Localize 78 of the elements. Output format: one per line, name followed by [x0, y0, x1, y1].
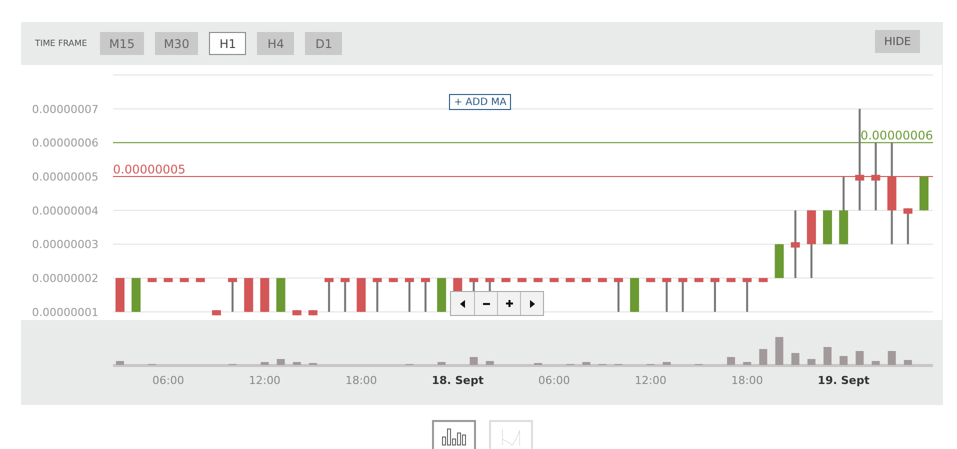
price-level-label: 0.00000005: [113, 162, 186, 177]
candlestick: [534, 278, 543, 282]
plus-icon: [506, 300, 512, 307]
candlestick: [694, 278, 704, 282]
y-axis-label: 0.00000004: [32, 204, 98, 218]
candlestick: [324, 278, 334, 312]
x-axis-label: 12:00: [634, 374, 666, 387]
candlestick: [148, 278, 157, 282]
candlestick: [598, 278, 607, 282]
candlestick: [582, 278, 591, 282]
candlestick: [228, 278, 238, 312]
candlestick: [196, 278, 205, 282]
y-axis-label: 0.00000002: [32, 272, 98, 286]
candlestick: [871, 142, 880, 210]
candlestick: [662, 278, 672, 312]
x-axis-label: 18:00: [731, 374, 763, 387]
right-arrow-icon: [530, 300, 534, 308]
candlestick: [212, 310, 221, 316]
candlestick: [566, 278, 575, 282]
time-frame-tab[interactable]: M15: [100, 32, 144, 55]
minus-icon: [482, 302, 490, 304]
candlestick: [421, 278, 430, 312]
x-axis-label: 06:00: [152, 374, 184, 387]
y-axis-label: 0.00000001: [32, 306, 98, 319]
candlestick: [903, 208, 912, 244]
candlestick: [372, 278, 382, 312]
candlestick: [132, 278, 141, 312]
x-axis-label: 18:00: [345, 374, 378, 387]
candlestick: [726, 278, 736, 282]
x-axis-label: 06:00: [538, 374, 570, 387]
time-frame-tab[interactable]: D1: [305, 32, 342, 55]
y-axis-label: 0.00000006: [32, 136, 98, 150]
candlestick: [614, 278, 623, 312]
y-axis-label: 0.00000007: [32, 102, 98, 116]
time-frame-tab[interactable]: M30: [154, 32, 198, 55]
candlestick: [710, 278, 720, 312]
x-axis-label: 12:00: [248, 374, 281, 387]
price-level-label: 0.00000006: [860, 128, 933, 143]
candlestick: [790, 210, 800, 278]
time-frame-tab[interactable]: H1: [209, 32, 246, 55]
x-axis-label: 19. Sept: [818, 374, 870, 387]
candlestick: [518, 278, 526, 282]
candlestick: [276, 278, 286, 312]
candlestick: [823, 210, 832, 244]
candlestick: [630, 278, 640, 312]
candlestick: [356, 278, 366, 312]
hide-button[interactable]: HIDE: [875, 30, 920, 53]
candlestick: [292, 310, 302, 316]
candlestick: [758, 278, 768, 282]
candlestick: [550, 278, 559, 282]
candlestick: [308, 310, 318, 316]
candlestick: [920, 176, 928, 210]
candlestick: [437, 278, 446, 312]
candlestick: [180, 278, 189, 282]
candlestick: [485, 278, 494, 292]
candlestick: [116, 278, 124, 312]
candlestick: [806, 210, 816, 278]
candlestick: [839, 176, 848, 244]
candlestick: [340, 278, 350, 312]
time-frame-tab[interactable]: H4: [257, 32, 294, 55]
candlestick: [260, 278, 270, 312]
candlestick: [774, 244, 784, 278]
y-axis-label: 0.00000003: [32, 238, 98, 252]
candlestick: [404, 278, 414, 312]
bar-chart-icon: [442, 428, 466, 446]
candlestick: [678, 278, 688, 312]
candlestick: [742, 278, 752, 312]
candlestick: [501, 278, 510, 282]
y-axis-label: 0.00000005: [32, 170, 98, 184]
candlestick: [244, 278, 254, 312]
candlestick: [646, 278, 656, 282]
x-axis-label: 18. Sept: [432, 374, 484, 387]
time-frame-label: TIME FRAME: [35, 38, 88, 48]
add-ma-button[interactable]: + ADD MA: [449, 94, 512, 110]
candlestick: [469, 278, 478, 292]
candlestick: [164, 278, 173, 282]
candlestick: [388, 278, 398, 282]
left-arrow-icon: [460, 300, 465, 308]
